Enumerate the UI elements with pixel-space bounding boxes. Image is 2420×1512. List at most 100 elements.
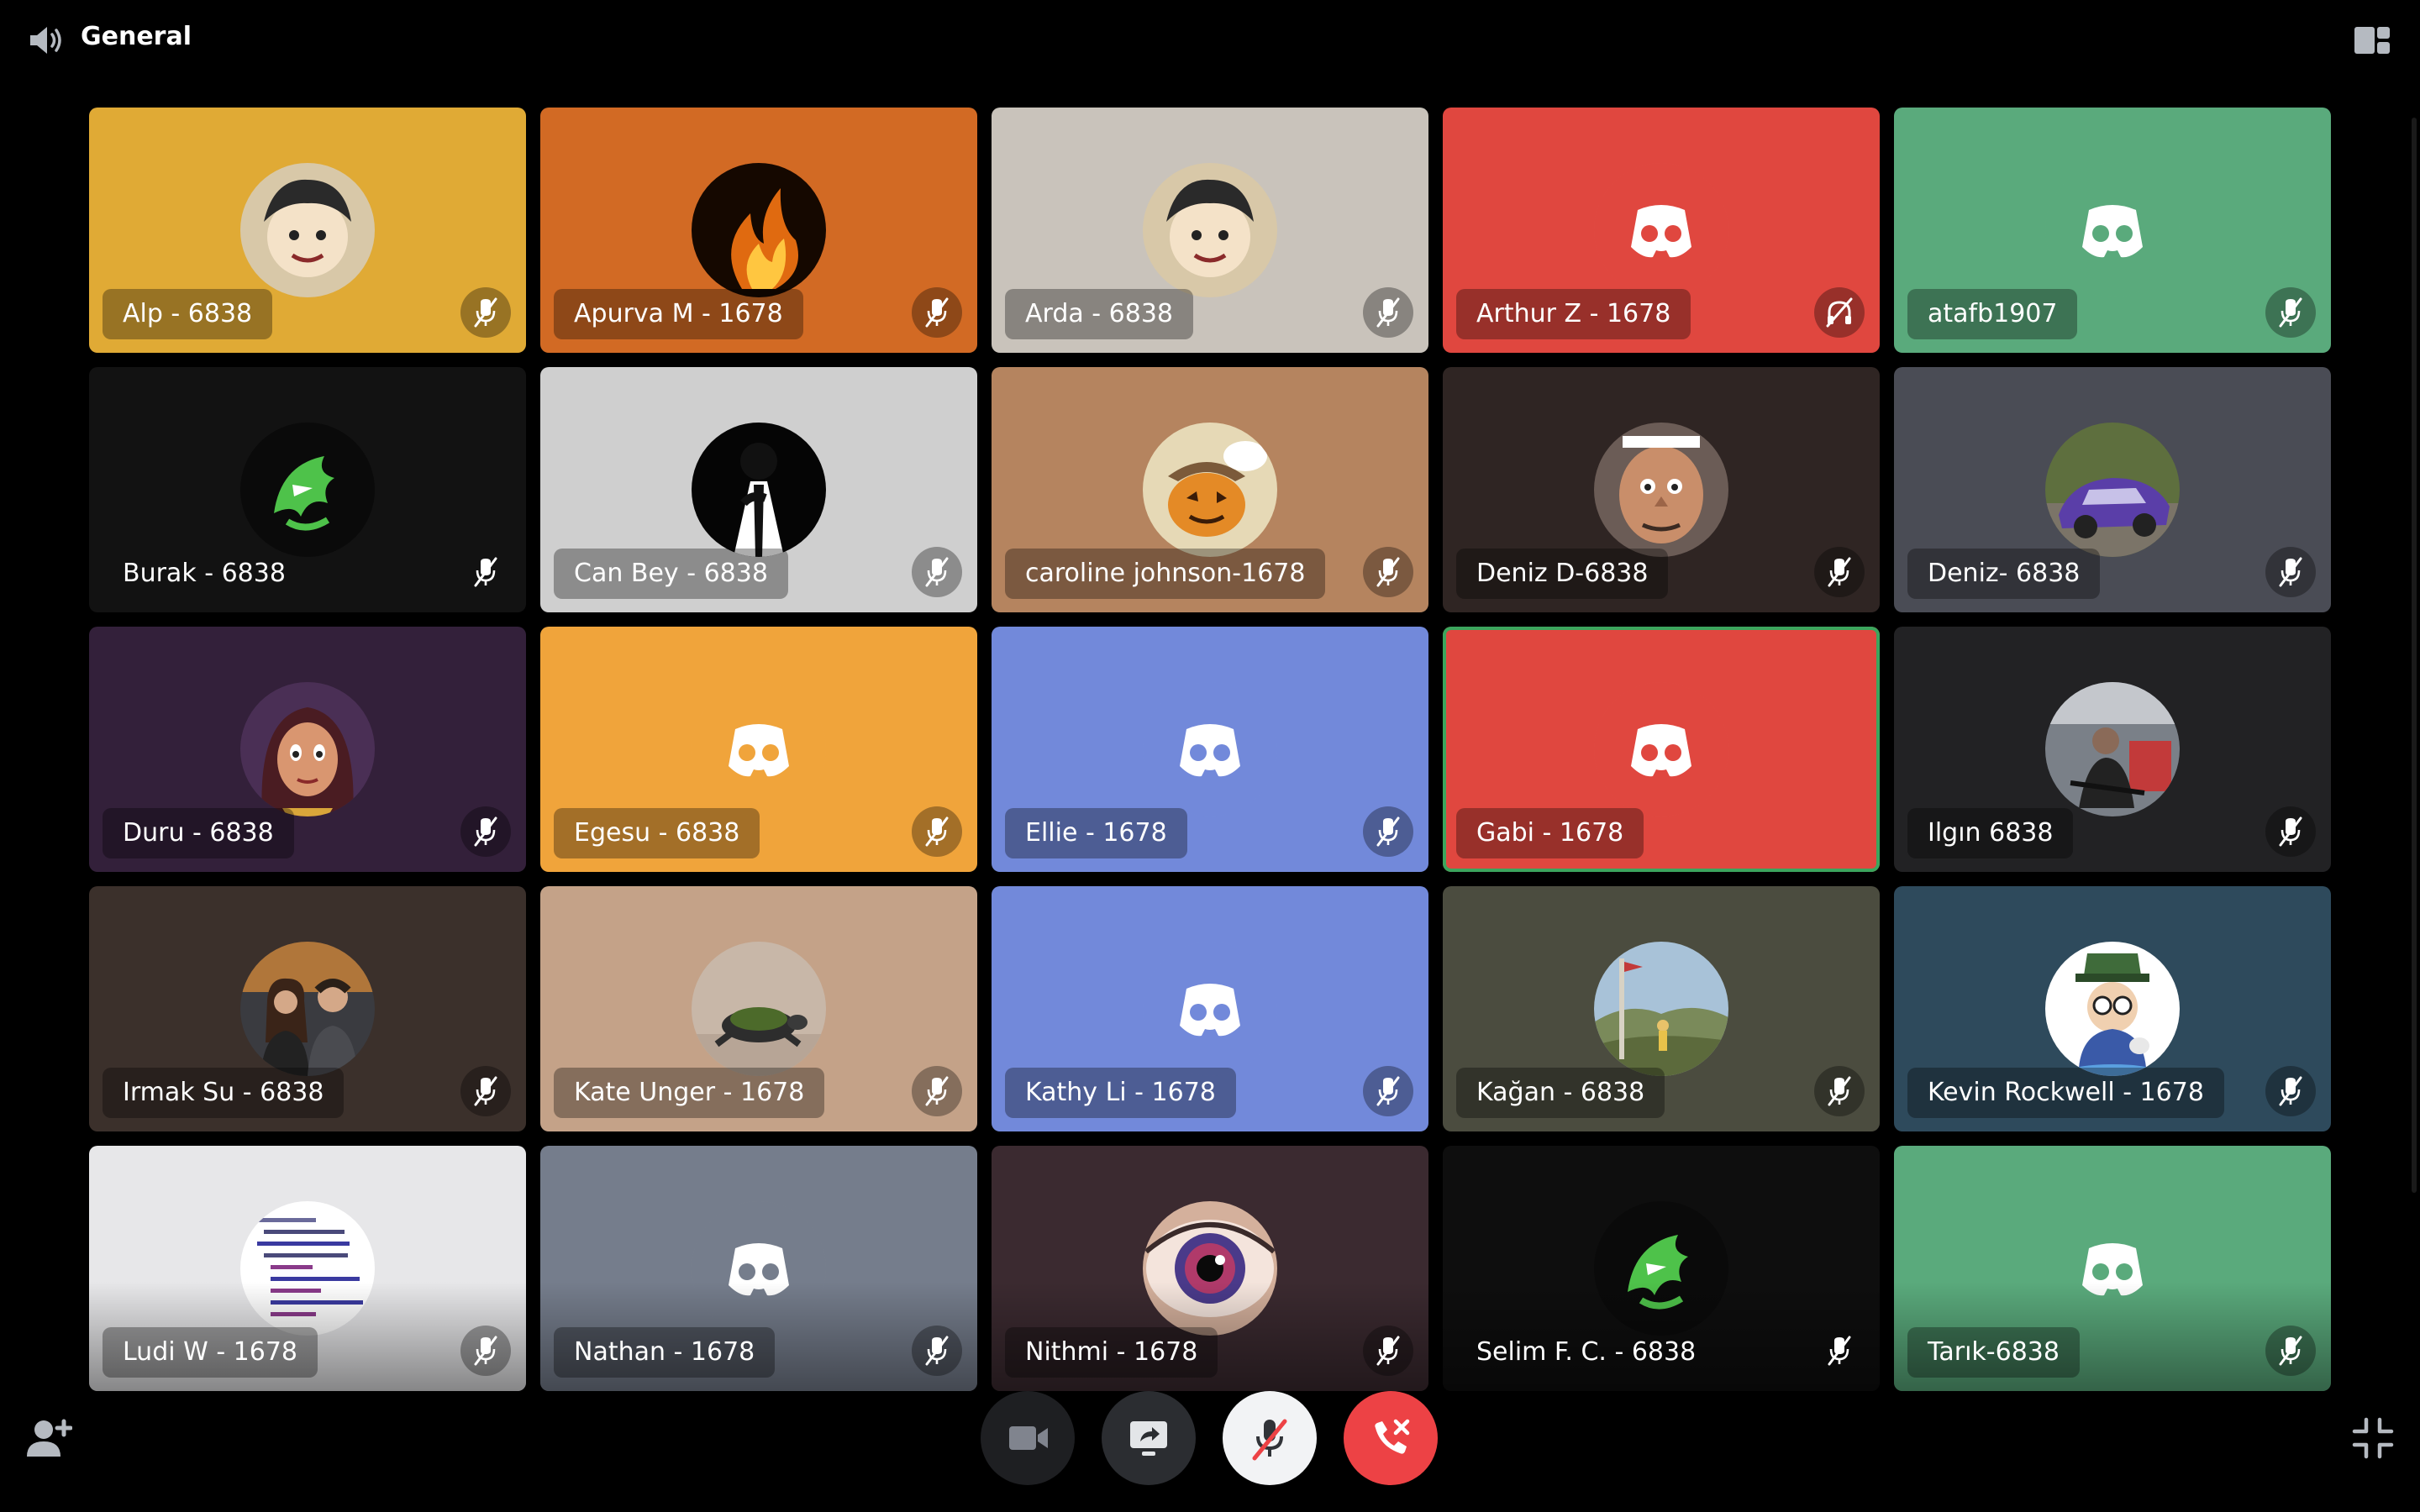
avatar bbox=[1594, 942, 1728, 1076]
green-shark-avatar-icon bbox=[240, 423, 375, 557]
grid-layout-icon[interactable] bbox=[2353, 25, 2391, 55]
participant-name: caroline johnson-1678 bbox=[1005, 549, 1326, 599]
participant-audio-status bbox=[1363, 1326, 1413, 1376]
add-user-icon[interactable] bbox=[25, 1416, 72, 1460]
microphone-muted-icon bbox=[1828, 1336, 1851, 1366]
cartoon-girl-avatar-icon bbox=[240, 682, 375, 816]
phone-hangup-icon bbox=[1375, 1419, 1410, 1454]
microphone-muted-icon bbox=[2279, 557, 2302, 587]
microphone-muted-icon bbox=[2279, 1076, 2302, 1106]
participant-audio-status bbox=[460, 806, 511, 857]
participant-tile[interactable]: Egesu - 6838 bbox=[540, 627, 977, 872]
participant-tile[interactable]: Gabi - 1678 bbox=[1443, 627, 1880, 872]
participant-tile[interactable]: Deniz- 6838 bbox=[1894, 367, 2331, 612]
participant-name: atafb1907 bbox=[1907, 289, 2078, 339]
fire-avatar-icon bbox=[692, 163, 826, 297]
participant-audio-status bbox=[912, 1066, 962, 1116]
participant-name: Gabi - 1678 bbox=[1456, 808, 1644, 858]
participant-tile[interactable]: Kağan - 6838 bbox=[1443, 886, 1880, 1131]
participant-audio-status bbox=[912, 287, 962, 338]
participant-audio-status bbox=[1814, 1326, 1865, 1376]
microphone-muted-icon bbox=[925, 297, 949, 328]
call-control-bar bbox=[0, 1391, 2420, 1512]
participant-tile[interactable]: Can Bey - 6838 bbox=[540, 367, 977, 612]
participant-tile[interactable]: Alp - 6838 bbox=[89, 108, 526, 353]
participant-tile[interactable]: Kate Unger - 1678 bbox=[540, 886, 977, 1131]
avatar bbox=[2045, 423, 2180, 557]
participant-audio-status bbox=[1363, 806, 1413, 857]
participant-name: Kevin Rockwell - 1678 bbox=[1907, 1068, 2224, 1118]
participant-grid: Alp - 6838 Apurva M - 1678 Arda - 6838 Arth… bbox=[89, 108, 2331, 1393]
avatar bbox=[692, 942, 826, 1076]
participant-tile[interactable]: Ilgın 6838 bbox=[1894, 627, 2331, 872]
participant-audio-status bbox=[912, 806, 962, 857]
participant-tile[interactable]: Nithmi - 1678 bbox=[992, 1146, 1428, 1391]
channel-name: General bbox=[81, 22, 192, 51]
leave-call-button[interactable] bbox=[1344, 1391, 1438, 1485]
microphone-button[interactable] bbox=[1223, 1391, 1317, 1485]
participant-audio-status bbox=[2265, 1326, 2316, 1376]
green-shark-avatar-icon bbox=[1594, 1201, 1728, 1336]
participant-name: Duru - 6838 bbox=[103, 808, 294, 858]
participant-name: Apurva M - 1678 bbox=[554, 289, 803, 339]
participant-name: Arda - 6838 bbox=[1005, 289, 1194, 339]
screen-share-button[interactable] bbox=[1102, 1391, 1196, 1485]
discord-logo-avatar-icon bbox=[1594, 682, 1728, 816]
microphone-muted-icon bbox=[474, 297, 497, 328]
avatar bbox=[1594, 423, 1728, 557]
exit-fullscreen-icon[interactable] bbox=[2351, 1416, 2395, 1460]
cartoon-mascot-avatar-icon bbox=[2045, 942, 2180, 1076]
avatar bbox=[2045, 942, 2180, 1076]
grid-scrollbar[interactable] bbox=[2412, 118, 2417, 1193]
participant-tile[interactable]: caroline johnson-1678 bbox=[992, 367, 1428, 612]
discord-logo-avatar-icon bbox=[2045, 163, 2180, 297]
participant-name: Irmak Su - 6838 bbox=[103, 1068, 345, 1118]
participant-tile[interactable]: Kevin Rockwell - 1678 bbox=[1894, 886, 2331, 1131]
participant-audio-status bbox=[460, 1066, 511, 1116]
participant-tile[interactable]: Duru - 6838 bbox=[89, 627, 526, 872]
anime-character-avatar-icon bbox=[1143, 163, 1277, 297]
participant-tile[interactable]: Burak - 6838 bbox=[89, 367, 526, 612]
participant-name: Kathy Li - 1678 bbox=[1005, 1068, 1236, 1118]
eye-avatar-icon bbox=[1143, 1201, 1277, 1336]
purple-car-avatar-icon bbox=[2045, 423, 2180, 557]
participant-tile[interactable]: Arda - 6838 bbox=[992, 108, 1428, 353]
participant-tile[interactable]: Irmak Su - 6838 bbox=[89, 886, 526, 1131]
participant-audio-status bbox=[912, 1326, 962, 1376]
avatar bbox=[692, 163, 826, 297]
avatar bbox=[692, 1201, 826, 1336]
microphone-muted-icon bbox=[1376, 557, 1400, 587]
participant-tile[interactable]: Arthur Z - 1678 bbox=[1443, 108, 1880, 353]
participant-tile[interactable]: Kathy Li - 1678 bbox=[992, 886, 1428, 1131]
participant-tile[interactable]: Tarık-6838 bbox=[1894, 1146, 2331, 1391]
camera-button[interactable] bbox=[981, 1391, 1075, 1485]
anime-character-avatar-icon bbox=[240, 163, 375, 297]
participant-tile[interactable]: Apurva M - 1678 bbox=[540, 108, 977, 353]
avatar bbox=[692, 682, 826, 816]
avatar bbox=[2045, 163, 2180, 297]
participant-tile[interactable]: Deniz D-6838 bbox=[1443, 367, 1880, 612]
code-snippet-avatar-icon bbox=[240, 1201, 375, 1336]
avatar bbox=[240, 1201, 375, 1336]
participant-tile[interactable]: Ludi W - 1678 bbox=[89, 1146, 526, 1391]
video-camera-icon bbox=[1009, 1426, 1048, 1450]
participant-tile[interactable]: atafb1907 bbox=[1894, 108, 2331, 353]
participant-audio-status bbox=[1363, 287, 1413, 338]
participant-name: Kağan - 6838 bbox=[1456, 1068, 1665, 1118]
participant-tile[interactable]: Selim F. C. - 6838 bbox=[1443, 1146, 1880, 1391]
participant-tile[interactable]: Ellie - 1678 bbox=[992, 627, 1428, 872]
microphone-muted-icon bbox=[474, 1076, 497, 1106]
discord-logo-avatar-icon bbox=[1594, 163, 1728, 297]
suit-figure-avatar-icon bbox=[692, 423, 826, 557]
avatar bbox=[1143, 1201, 1277, 1336]
microphone-muted-icon bbox=[474, 557, 497, 587]
microphone-muted-icon bbox=[925, 1336, 949, 1366]
participant-audio-status bbox=[1814, 1066, 1865, 1116]
microphone-muted-icon bbox=[2279, 297, 2302, 328]
discord-logo-avatar-icon bbox=[1143, 682, 1277, 816]
discord-logo-avatar-icon bbox=[692, 682, 826, 816]
participant-tile[interactable]: Nathan - 1678 bbox=[540, 1146, 977, 1391]
avatar bbox=[240, 682, 375, 816]
microphone-muted-icon bbox=[1376, 1076, 1400, 1106]
participant-name: Tarık-6838 bbox=[1907, 1327, 2080, 1378]
